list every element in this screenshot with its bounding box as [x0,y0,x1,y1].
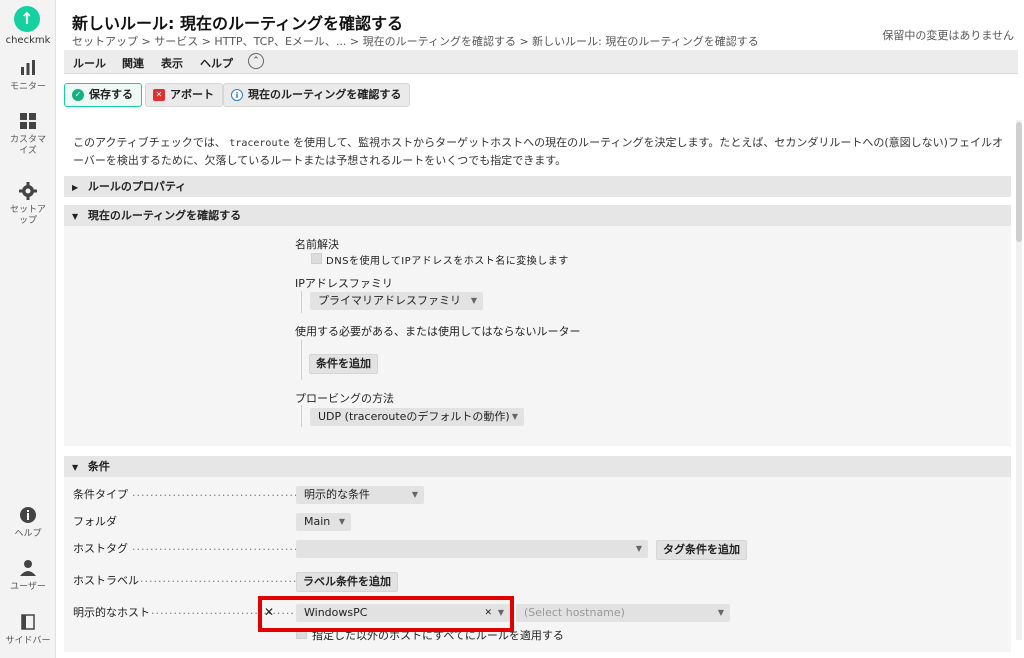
section-routing[interactable]: ▼ 現在のルーティングを確認する [64,205,1011,226]
dns-checkbox[interactable] [311,253,322,264]
host-tag-label: ホストタグ [73,542,128,555]
indent-bar [301,405,302,427]
routers-label: 使用する必要がある、または使用してはならないルーター [295,325,581,338]
sidebar-icon [21,614,35,630]
sidebar-item-help[interactable]: ヘルプ [0,505,56,540]
chevron-down-icon: ▼ [411,490,418,499]
sidebar-item-label: セットアップ [9,205,46,226]
menubar: ルール 関連 表示 ヘルプ ⌃ [64,50,1018,74]
breadcrumb[interactable]: セットアップ > サービス > HTTP、TCP、Eメール、... > 現在のル… [72,33,759,49]
page-title: 新しいルール: 現在のルーティングを確認する [72,14,404,33]
add-condition-button[interactable]: 条件を追加 [309,354,378,374]
folder-value: Main [304,515,331,528]
sidebar-item-label: サイドバー [5,636,51,646]
pending-changes[interactable]: 保留中の変更はありません [882,27,1014,43]
sidebar-item-user[interactable]: ユーザー [0,558,56,593]
menu-related[interactable]: 関連 [122,55,144,71]
grid-icon [20,113,36,129]
menu-display[interactable]: 表示 [161,55,183,71]
chevron-down-icon: ▼ [717,608,724,617]
folder-select[interactable]: Main ▼ [296,513,351,531]
check-routing-button[interactable]: i 現在のルーティングを確認する [223,83,411,107]
user-icon [20,560,36,576]
abort-label: アボート [170,88,214,101]
section-title: ルールのプロパティ [87,180,187,193]
host-tag-select[interactable]: ▼ [296,540,648,558]
gear-icon [19,182,37,200]
condition-type-value: 明示的な条件 [304,488,370,501]
sidebar-item-monitor[interactable]: モニター [0,58,56,93]
sidebar: ↑ checkmk モニター カスタマイズ セットアップ ヘルプ ユーザー サイ… [0,0,56,658]
folder-label: フォルダ [73,515,117,528]
description-before: このアクティブチェックでは、 [73,136,226,149]
info-icon: i [231,89,243,101]
sidebar-item-setup[interactable]: セットアップ [0,181,56,227]
chevron-down-icon: ▼ [635,544,642,553]
triangle-down-icon: ▼ [72,463,79,472]
check-routing-label: 現在のルーティングを確認する [248,88,402,101]
menu-help[interactable]: ヘルプ [200,55,233,71]
rule-description: このアクティブチェックでは、 traceroute を使用して、監視ホストからタ… [73,134,1013,169]
checkmk-logo-icon[interactable]: ↑ [14,6,40,32]
section-title: 現在のルーティングを確認する [87,209,242,222]
section-title: 条件 [87,460,110,473]
probe-method-value: UDP (tracerouteのデフォルトの動作) [318,410,510,423]
description-code: traceroute [229,138,290,149]
sidebar-item-sidebar[interactable]: サイドバー [0,612,56,647]
section-conditions[interactable]: ▼ 条件 [64,456,1011,477]
explicit-hosts-label: 明示的なホスト [73,606,150,619]
ip-family-value: プライマリアドレスファミリ [318,294,461,307]
chevron-up-icon[interactable]: ⌃ [248,53,264,69]
probe-method-select[interactable]: UDP (tracerouteのデフォルトの動作) ▼ [310,408,524,426]
chevron-down-icon: ▼ [511,412,518,421]
indent-bar [301,340,302,380]
check-icon: ✓ [72,89,84,101]
abort-button[interactable]: ✕ アボート [145,83,223,107]
red-highlight-box [258,596,514,632]
sidebar-item-label: ユーザー [10,582,46,592]
add-tag-condition-button[interactable]: タグ条件を追加 [656,540,747,560]
sidebar-item-label: カスタマイズ [9,135,46,156]
bar-chart-icon [21,60,35,75]
menu-rules[interactable]: ルール [73,55,106,71]
section-rule-properties[interactable]: ▶ ルールのプロパティ [64,176,1011,197]
conditions-body [64,477,1011,652]
condition-type-select[interactable]: 明示的な条件 ▼ [296,486,424,504]
save-label: 保存する [89,88,133,101]
triangle-right-icon: ▶ [72,183,79,192]
scrollbar-thumb[interactable] [1016,122,1022,242]
sidebar-item-label: モニター [9,82,46,92]
name-resolution-label: 名前解決 [295,238,339,251]
host-placeholder: (Select hostname) [524,606,625,619]
dotted-leader: ........................................… [132,486,321,499]
probe-method-label: プロービングの方法 [295,392,394,405]
logo-text: checkmk [5,35,51,46]
triangle-down-icon: ▼ [72,212,79,221]
indent-bar [301,291,302,313]
dns-checkbox-label[interactable]: DNSを使用してIPアドレスをホスト名に変換します [326,252,569,267]
close-icon: ✕ [153,89,165,101]
chevron-down-icon: ▼ [338,517,345,526]
ip-family-select[interactable]: プライマリアドレスファミリ ▼ [310,292,483,310]
info-icon [20,507,36,523]
sidebar-item-customize[interactable]: カスタマイズ [0,111,56,157]
ip-family-label: IPアドレスファミリ [295,277,393,290]
host-label-label: ホストラベル [73,574,139,587]
dotted-leader: ........................................… [132,540,321,553]
host-placeholder-select[interactable]: (Select hostname) ▼ [516,604,730,622]
add-label-condition-button[interactable]: ラベル条件を追加 [296,572,398,592]
sidebar-item-label: ヘルプ [14,529,42,539]
chevron-down-icon: ▼ [470,296,477,305]
condition-type-label: 条件タイプ [73,488,128,501]
save-button[interactable]: ✓ 保存する [64,83,142,107]
